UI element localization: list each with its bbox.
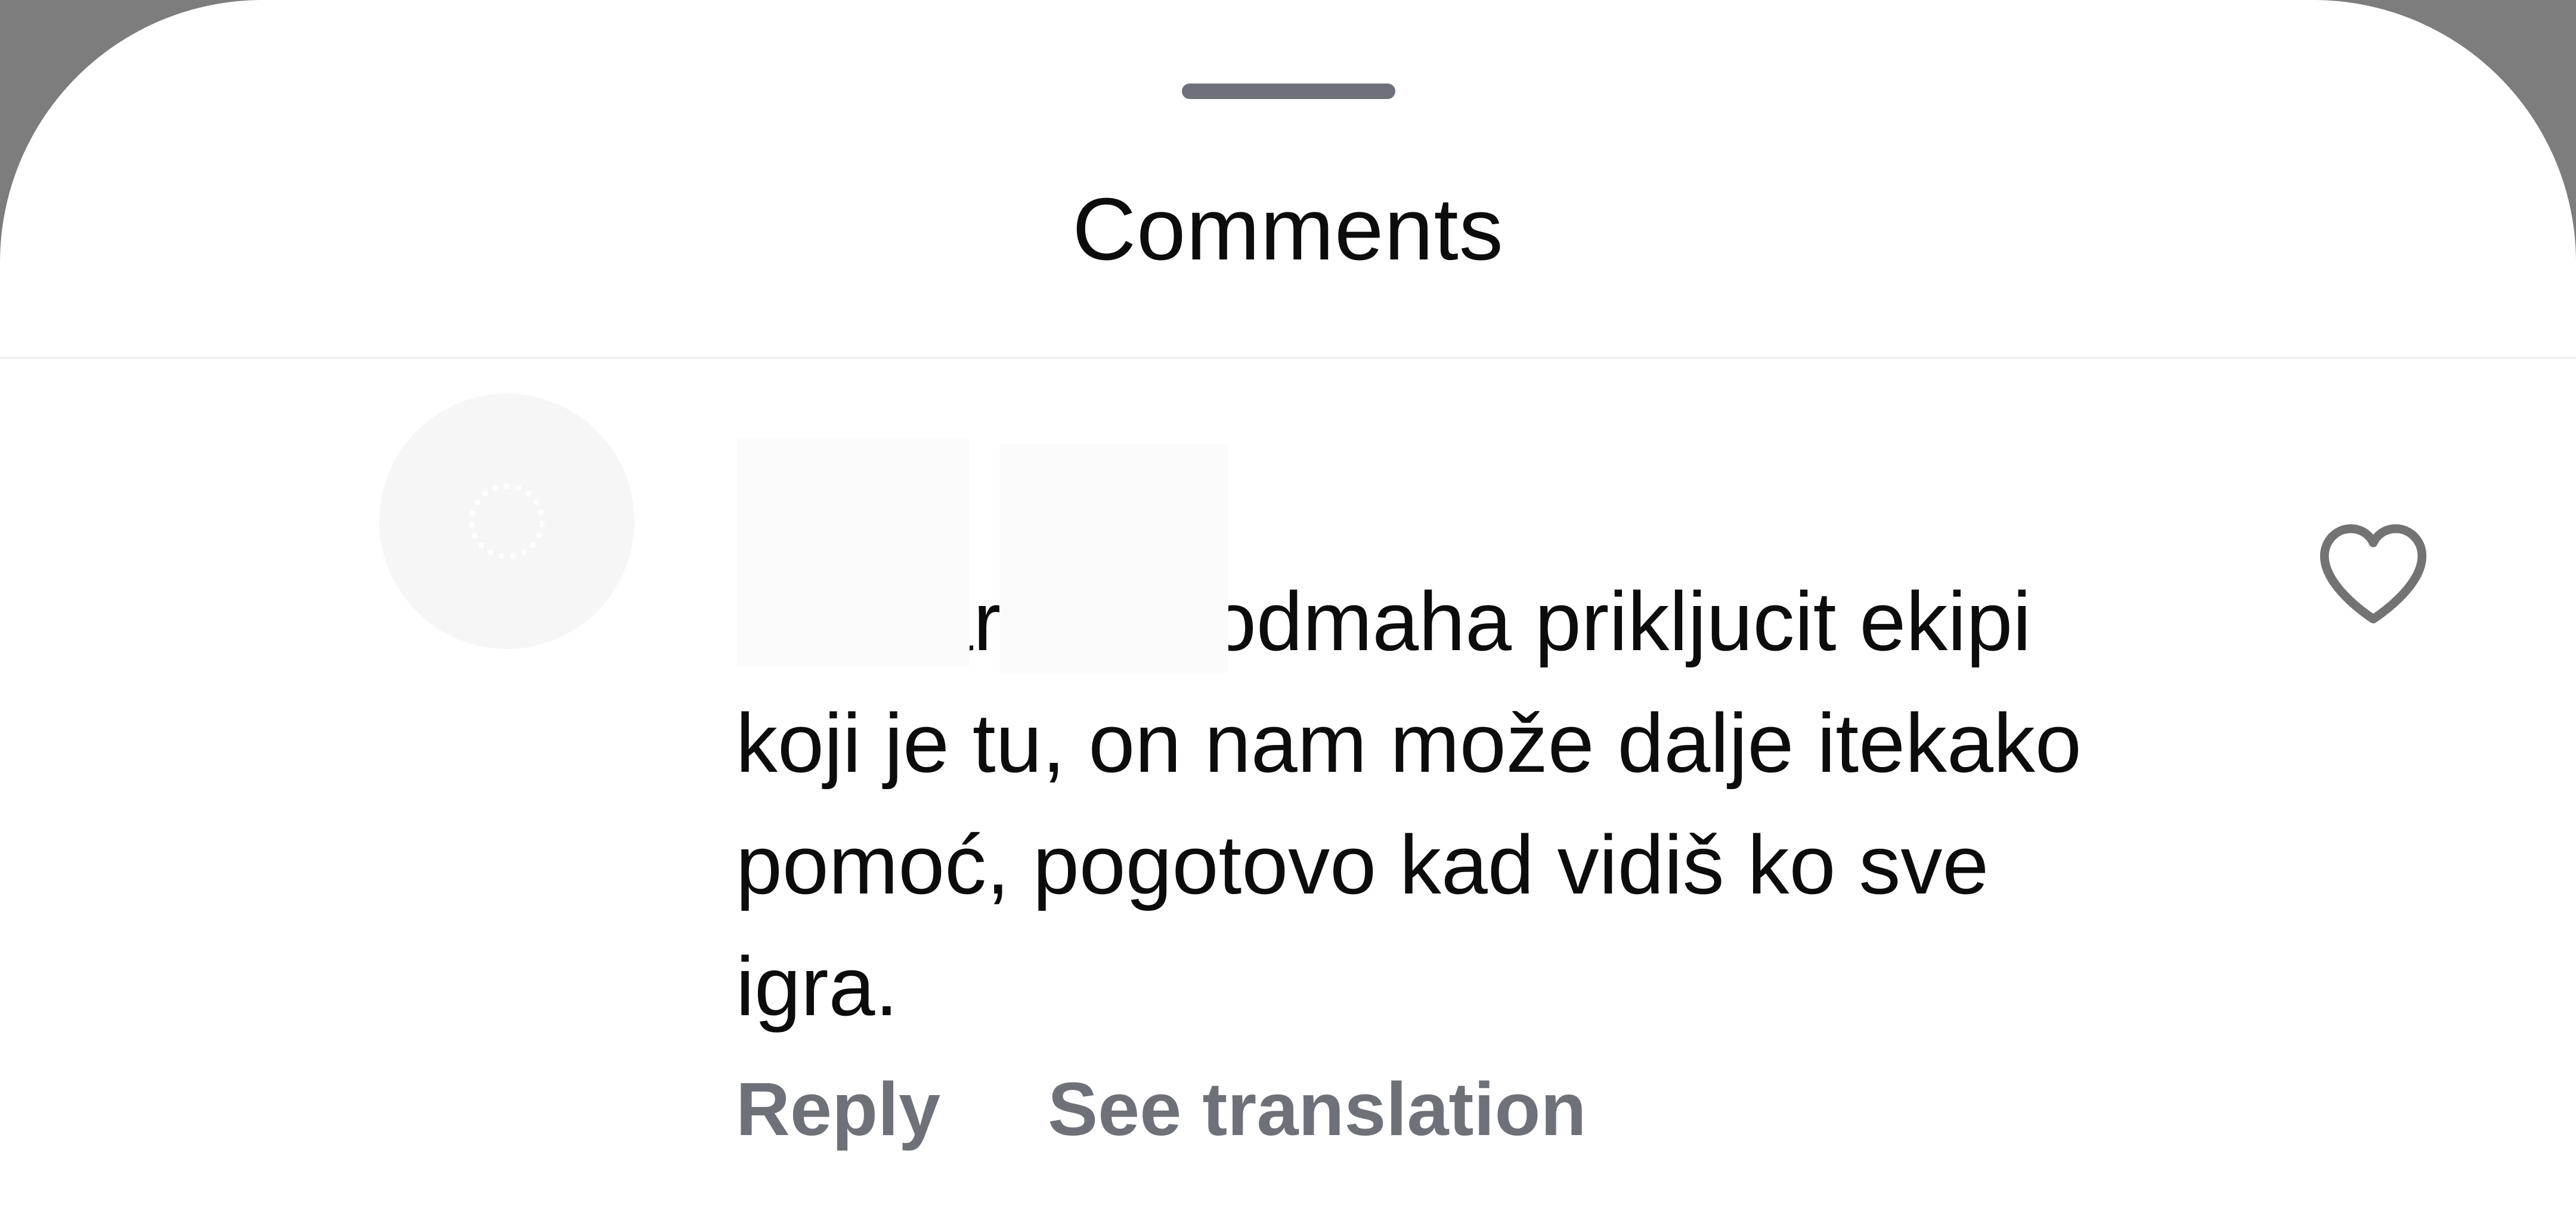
comments-sheet: Comments .a4h iPenarandu odmaha priklјuc…	[0, 0, 2576, 1212]
reply-button[interactable]: Reply	[736, 1067, 940, 1151]
avatar[interactable]	[379, 394, 634, 649]
see-translation-button[interactable]: See translation	[1048, 1067, 1586, 1151]
comment-actions: Reply See translation	[736, 1062, 1586, 1157]
header-divider	[0, 357, 2576, 359]
redaction-block	[737, 439, 970, 667]
heart-outline-icon[interactable]	[2314, 519, 2433, 626]
loading-spinner-icon	[469, 483, 545, 559]
redaction-block	[999, 444, 1228, 673]
drag-handle[interactable]	[1182, 84, 1395, 99]
sheet-title: Comments	[1072, 180, 1504, 279]
